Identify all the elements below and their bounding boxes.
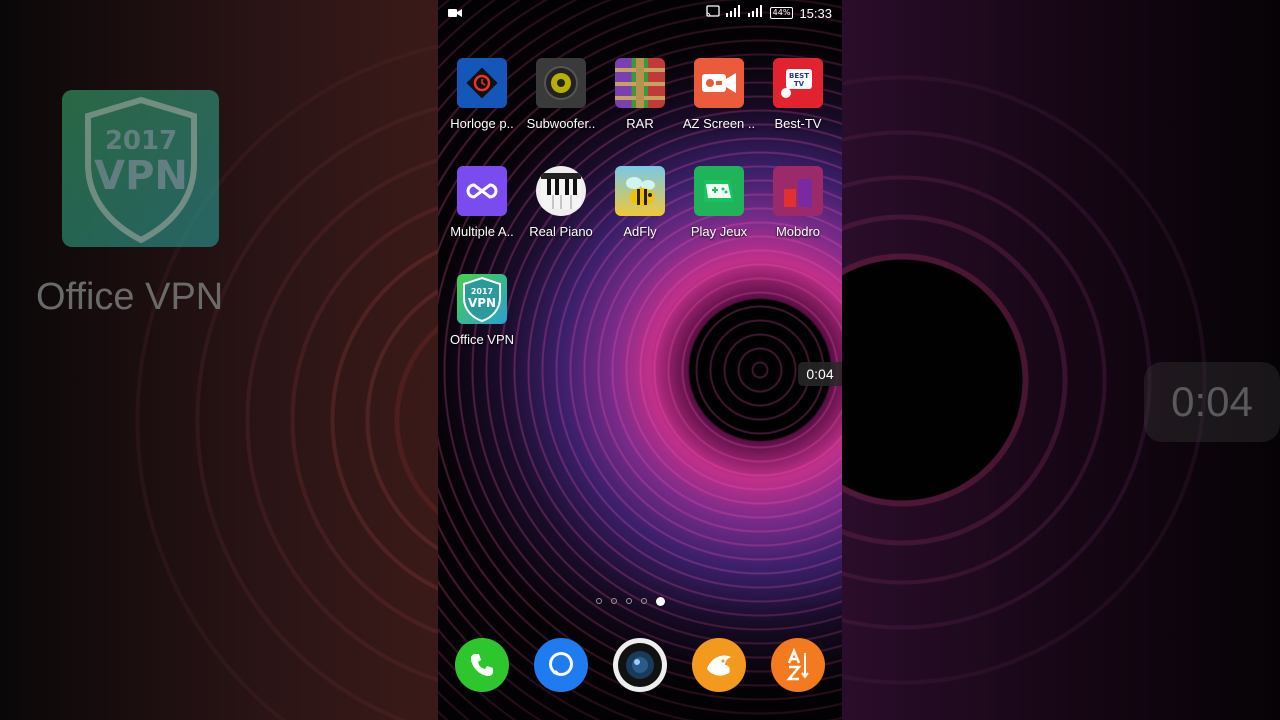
blurred-background-right xyxy=(842,0,1280,720)
app-label: RAR xyxy=(626,116,654,131)
app-label: Real Piano xyxy=(529,224,593,239)
clock-app-icon xyxy=(457,58,507,108)
dock-camera[interactable] xyxy=(613,638,667,692)
phone-home-screen: 44% 15:33 Horloge p.. Subwoofer.. RAR AZ… xyxy=(438,0,842,720)
app-horloge[interactable]: Horloge p.. xyxy=(442,58,522,131)
dock xyxy=(438,638,842,692)
status-time: 15:33 xyxy=(799,5,832,21)
dock-az-sort[interactable] xyxy=(771,638,825,692)
app-play-jeux[interactable]: Play Jeux xyxy=(679,166,759,239)
app-label: AdFly xyxy=(623,224,657,239)
screen-recorder-icon xyxy=(694,58,744,108)
dock-phone[interactable] xyxy=(455,638,509,692)
speaker-app-icon xyxy=(536,58,586,108)
app-adfly[interactable]: AdFly xyxy=(600,166,680,239)
piano-app-icon xyxy=(536,166,586,216)
dock-messages[interactable] xyxy=(534,638,588,692)
app-multiple-accounts[interactable]: Multiple A.. xyxy=(442,166,522,239)
app-label: Office VPN xyxy=(449,332,515,347)
page-dot-active[interactable] xyxy=(656,597,665,606)
best-tv-badge-line1: BEST xyxy=(789,72,809,80)
infinity-app-icon xyxy=(457,166,507,216)
app-label: Subwoofer.. xyxy=(526,116,596,131)
page-dot[interactable] xyxy=(611,598,617,604)
blurred-vpn-year: 2017 xyxy=(104,126,176,156)
messages-icon xyxy=(549,652,573,676)
blurred-app-label: Office VPN xyxy=(36,276,224,318)
app-label: Horloge p.. xyxy=(450,116,514,131)
app-az-screen[interactable]: AZ Screen .. xyxy=(679,58,759,131)
blurred-vpn-text: VPN xyxy=(94,153,188,199)
phone-icon xyxy=(471,654,493,676)
page-dot[interactable] xyxy=(596,598,602,604)
blurred-timer: 0:04 xyxy=(1144,362,1280,442)
app-label: Best-TV xyxy=(774,116,822,131)
page-indicator xyxy=(596,597,665,606)
az-sort-icon xyxy=(786,647,809,681)
camera-icon xyxy=(618,643,662,687)
recording-timer[interactable]: 0:04 xyxy=(798,362,842,386)
app-label: AZ Screen .. xyxy=(682,116,756,131)
blurred-background-left: 2017 VPN Office VPN xyxy=(0,0,438,720)
app-label: Play Jeux xyxy=(690,224,748,239)
gamepad-app-icon xyxy=(694,166,744,216)
vpn-badge-year: 2017 xyxy=(471,287,493,296)
page-dot[interactable] xyxy=(641,598,647,604)
app-rar[interactable]: RAR xyxy=(600,58,680,131)
video-camera-icon xyxy=(448,7,462,22)
app-label: Multiple A.. xyxy=(450,224,514,239)
app-subwoofer[interactable]: Subwoofer.. xyxy=(521,58,601,131)
signal-icon-secondary xyxy=(747,5,764,21)
vpn-badge-text: VPN xyxy=(468,296,496,310)
status-bar: 44% 15:33 xyxy=(438,0,842,28)
app-label: Mobdro xyxy=(775,224,821,239)
battery-icon: 44% xyxy=(769,7,794,19)
vpn-shield-icon: 2017 VPN xyxy=(457,274,507,324)
app-office-vpn[interactable]: 2017 VPN Office VPN xyxy=(442,274,522,347)
app-mobdro[interactable]: Mobdro xyxy=(758,166,838,239)
page-dot[interactable] xyxy=(626,598,632,604)
app-real-piano[interactable]: Real Piano xyxy=(521,166,601,239)
tv-app-icon: BEST TV xyxy=(773,58,823,108)
rar-archive-icon xyxy=(615,58,665,108)
browser-icon xyxy=(707,655,731,676)
blurred-vpn-shield-icon: 2017 VPN xyxy=(62,90,219,247)
mobdro-app-icon xyxy=(773,166,823,216)
cast-icon xyxy=(706,5,720,21)
dock-browser[interactable] xyxy=(692,638,746,692)
app-best-tv[interactable]: BEST TV Best-TV xyxy=(758,58,838,131)
signal-icon xyxy=(725,5,742,21)
best-tv-badge-line2: TV xyxy=(794,80,805,88)
bee-app-icon xyxy=(615,166,665,216)
